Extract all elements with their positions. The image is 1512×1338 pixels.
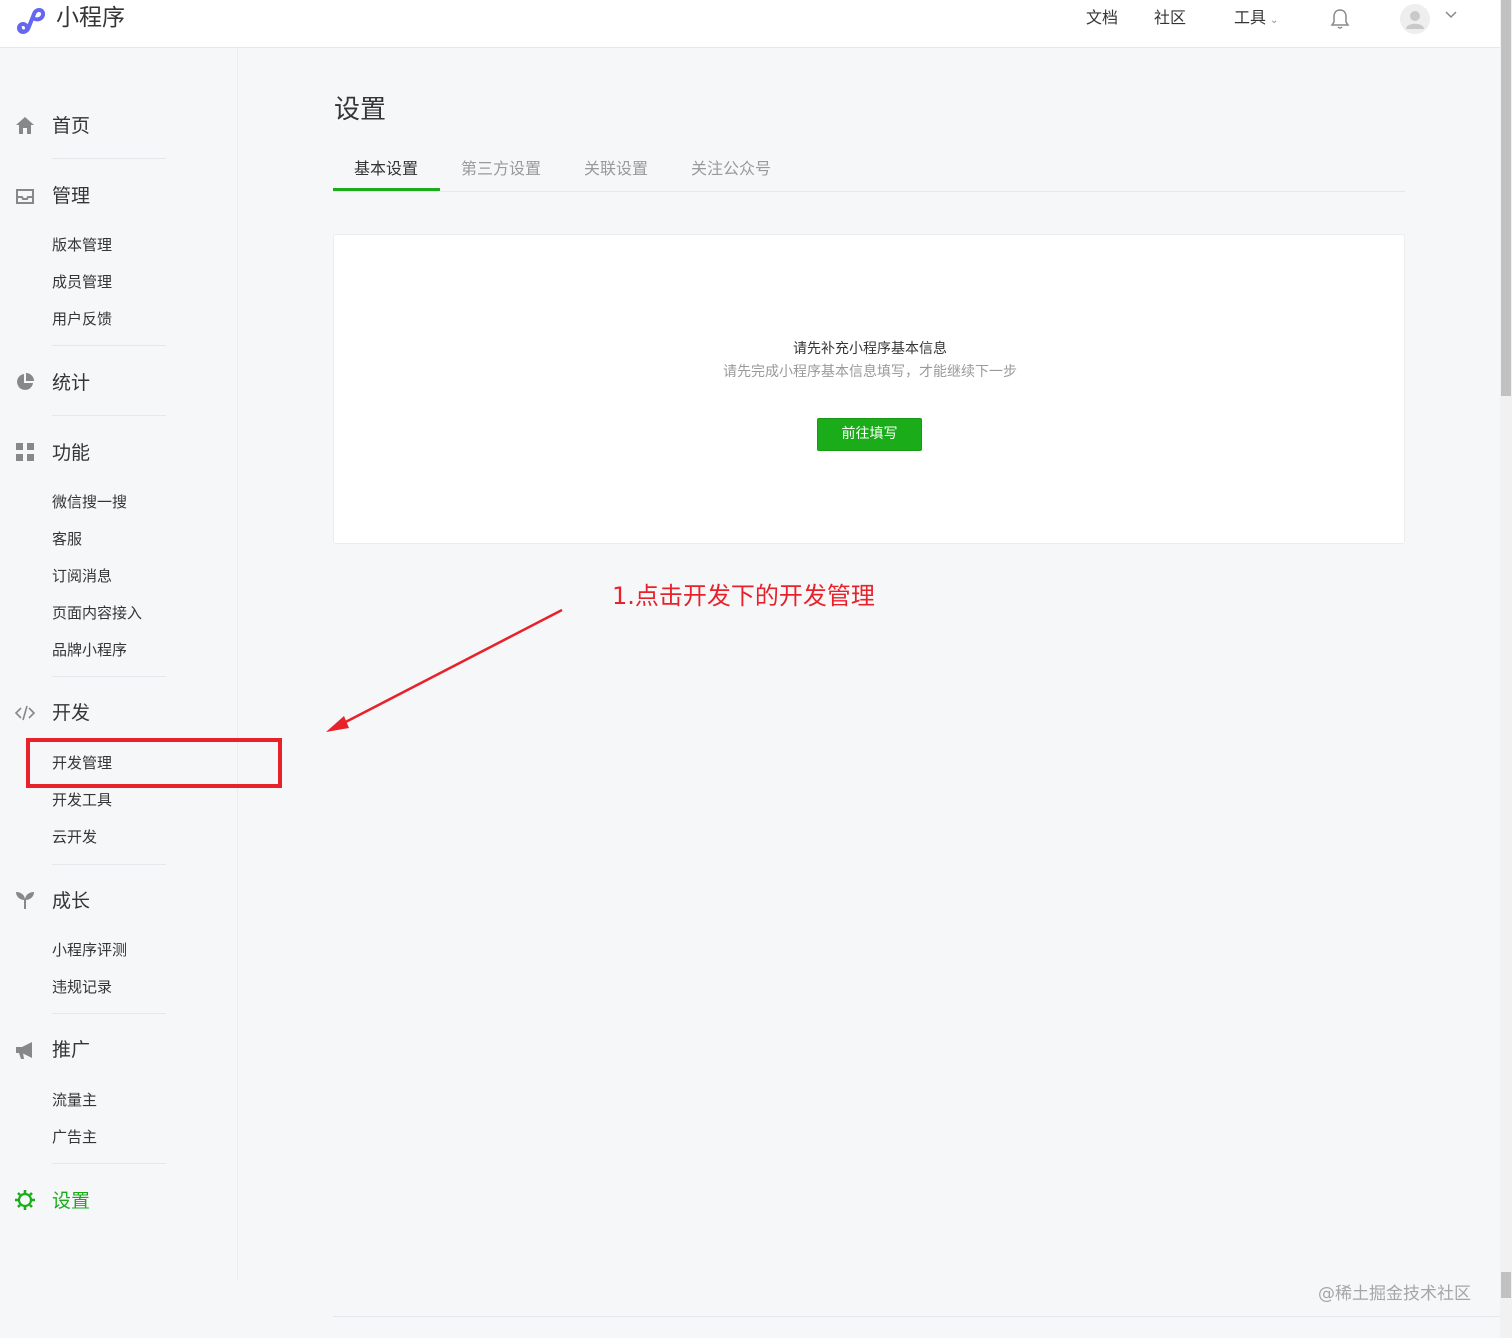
nav-community[interactable]: 社区	[1154, 8, 1186, 28]
sidebar-item-wechat-search[interactable]: 微信搜一搜	[52, 492, 127, 512]
code-icon	[14, 705, 36, 721]
card-title: 请先补充小程序基本信息	[793, 341, 947, 357]
divider	[52, 345, 166, 346]
scrollbar-thumb[interactable]	[1501, 0, 1511, 396]
nav-docs[interactable]: 文档	[1086, 8, 1118, 28]
nav-tools[interactable]: 工具 ⌄	[1234, 8, 1278, 31]
sidebar-item-customer-service[interactable]: 客服	[52, 529, 82, 549]
divider	[52, 415, 166, 416]
sidebar-section-growth[interactable]: 成长	[52, 889, 90, 913]
divider	[52, 158, 166, 159]
sidebar-item-subscribe-message[interactable]: 订阅消息	[52, 566, 112, 586]
sidebar-item-settings[interactable]: 设置	[52, 1189, 90, 1213]
annotation-text: 1.点击开发下的开发管理	[612, 582, 875, 610]
brand-title[interactable]: 小程序	[56, 4, 125, 32]
sidebar-item-violation-record[interactable]: 违规记录	[52, 977, 112, 997]
megaphone-icon	[16, 1042, 32, 1059]
sidebar-section-features[interactable]: 功能	[52, 441, 90, 465]
horizontal-scrollbar-thumb[interactable]	[1501, 1272, 1511, 1298]
divider	[52, 864, 166, 865]
active-tab-indicator	[333, 188, 440, 191]
page-title: 设置	[334, 95, 387, 125]
tab-linked-settings[interactable]: 关联设置	[584, 158, 648, 180]
annotation-arrow-icon	[326, 608, 563, 732]
chevron-down-icon[interactable]	[1444, 10, 1458, 20]
settings-tabs: 基本设置 第三方设置 关联设置 关注公众号	[333, 150, 1405, 192]
user-icon	[1406, 11, 1424, 29]
sidebar-item-home[interactable]: 首页	[52, 114, 90, 138]
gear-icon	[15, 1190, 35, 1210]
tab-basic-settings[interactable]: 基本设置	[354, 158, 418, 180]
info-required-card: 请先补充小程序基本信息 请先完成小程序基本信息填写，才能继续下一步 前往填写	[333, 234, 1405, 544]
sidebar-section-manage[interactable]: 管理	[52, 184, 90, 208]
nav-tools-label: 工具	[1234, 8, 1267, 27]
sidebar-item-cloud-dev[interactable]: 云开发	[52, 827, 97, 847]
sidebar-item-member-manage[interactable]: 成员管理	[52, 272, 112, 292]
sidebar-item-version-manage[interactable]: 版本管理	[52, 235, 112, 255]
sidebar-item-page-content[interactable]: 页面内容接入	[52, 603, 142, 623]
avatar[interactable]	[1400, 4, 1430, 34]
inbox-icon	[16, 189, 34, 204]
tab-third-party-settings[interactable]: 第三方设置	[461, 158, 541, 180]
pie-chart-icon	[17, 373, 34, 390]
go-fill-button[interactable]: 前往填写	[817, 418, 922, 451]
sidebar	[0, 48, 238, 1280]
tab-follow-official-account[interactable]: 关注公众号	[691, 158, 771, 180]
sidebar-item-dev-tools[interactable]: 开发工具	[52, 790, 112, 810]
sidebar-item-advertiser[interactable]: 广告主	[52, 1127, 97, 1147]
sidebar-item-evaluation[interactable]: 小程序评测	[52, 940, 127, 960]
top-bar: 小程序 文档 社区 工具 ⌄	[0, 0, 1500, 48]
card-description: 请先完成小程序基本信息填写，才能继续下一步	[723, 364, 1017, 380]
divider	[52, 1163, 166, 1164]
sidebar-section-promo[interactable]: 推广	[52, 1038, 90, 1062]
grid-icon	[16, 443, 34, 461]
miniprogram-logo-icon[interactable]	[14, 2, 48, 36]
sidebar-item-brand-miniprogram[interactable]: 品牌小程序	[52, 640, 127, 660]
sprout-icon	[16, 892, 34, 909]
sidebar-item-user-feedback[interactable]: 用户反馈	[52, 309, 112, 329]
watermark: @稀土掘金技术社区	[1318, 1284, 1471, 1304]
divider	[52, 676, 166, 677]
annotation-highlight-box	[26, 738, 282, 788]
divider	[333, 1316, 1500, 1317]
home-icon	[16, 117, 34, 134]
sidebar-item-stats[interactable]: 统计	[52, 371, 90, 395]
bell-icon[interactable]	[1330, 8, 1350, 30]
chevron-down-icon: ⌄	[1270, 15, 1279, 26]
sidebar-section-dev[interactable]: 开发	[52, 701, 90, 725]
divider	[52, 1013, 166, 1014]
sidebar-item-traffic-owner[interactable]: 流量主	[52, 1090, 97, 1110]
